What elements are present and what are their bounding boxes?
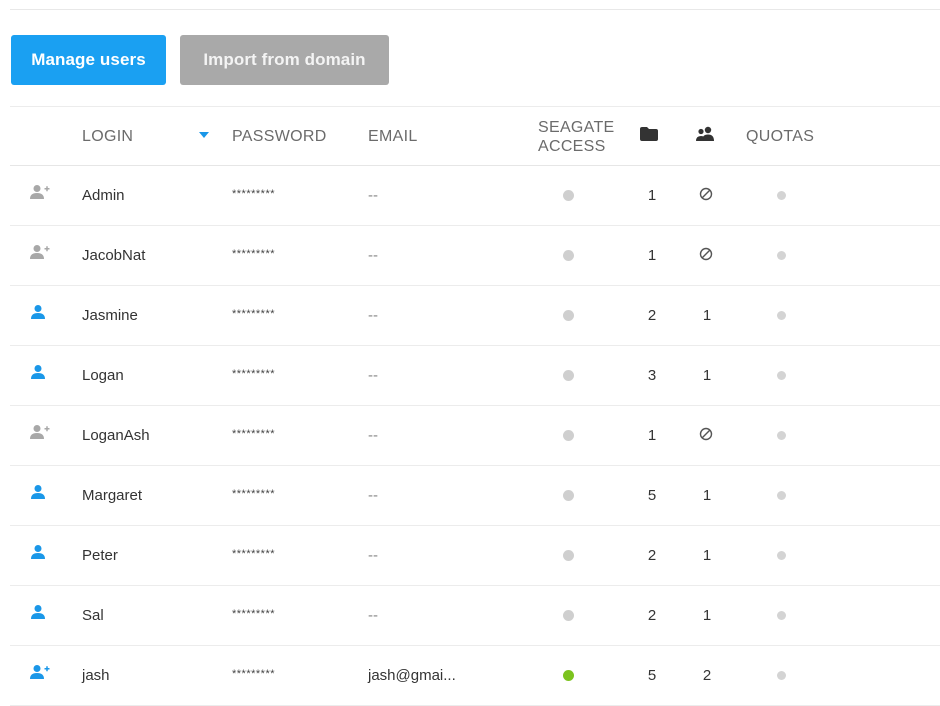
seagate-access-off-indicator[interactable] (563, 490, 574, 501)
user-password: ********* (232, 548, 276, 560)
quota-indicator[interactable] (777, 251, 786, 260)
seagate-access-off-indicator[interactable] (563, 430, 574, 441)
user-shares-count: 2 (647, 607, 657, 624)
user-password: ********* (232, 488, 276, 500)
quota-indicator[interactable] (777, 431, 786, 440)
user-groups-count: 1 (702, 607, 712, 624)
no-group-icon (699, 187, 713, 206)
user-icon (30, 544, 46, 565)
user-email: -- (368, 367, 378, 384)
user-login[interactable]: Jasmine (82, 286, 138, 345)
quota-indicator[interactable] (777, 311, 786, 320)
user-icon (30, 304, 46, 325)
column-password[interactable]: PASSWORD (232, 128, 327, 146)
user-add-icon (30, 664, 50, 685)
users-group-icon[interactable] (695, 126, 715, 147)
table-header: LOGIN PASSWORD EMAIL SEAGATE ACCESS QUOT… (10, 106, 940, 166)
import-from-domain-button[interactable]: Import from domain (180, 35, 389, 85)
user-icon (30, 604, 46, 625)
seagate-access-off-indicator[interactable] (563, 550, 574, 561)
no-group-icon (699, 247, 713, 266)
user-login[interactable]: Peter (82, 526, 118, 585)
user-password: ********* (232, 668, 276, 680)
folder-icon[interactable] (640, 127, 658, 146)
user-shares-count: 2 (647, 307, 657, 324)
user-shares-count: 5 (647, 487, 657, 504)
table-row[interactable]: JacobNat ********* -- 1 (10, 226, 940, 286)
quota-indicator[interactable] (777, 371, 786, 380)
user-login[interactable]: jash (82, 646, 110, 705)
user-email: -- (368, 307, 378, 324)
no-group-icon (699, 427, 713, 446)
quota-indicator[interactable] (777, 671, 786, 680)
user-password: ********* (232, 608, 276, 620)
user-groups-count: 2 (702, 667, 712, 684)
seagate-access-off-indicator[interactable] (563, 310, 574, 321)
user-login[interactable]: Logan (82, 346, 124, 405)
user-password: ********* (232, 188, 276, 200)
column-seagate-access[interactable]: SEAGATE ACCESS (538, 118, 615, 156)
user-email: -- (368, 187, 378, 204)
column-seagate-access-line2: ACCESS (538, 138, 606, 155)
user-email: -- (368, 247, 378, 264)
table-row[interactable]: Peter ********* -- 2 1 (10, 526, 940, 586)
table-row[interactable]: Logan ********* -- 3 1 (10, 346, 940, 406)
user-groups-count: 1 (702, 487, 712, 504)
user-groups-count: 1 (702, 367, 712, 384)
column-quotas[interactable]: QUOTAS (746, 128, 814, 146)
user-add-icon (30, 184, 50, 205)
top-divider (10, 9, 940, 10)
user-shares-count: 2 (647, 547, 657, 564)
seagate-access-off-indicator[interactable] (563, 250, 574, 261)
quota-indicator[interactable] (777, 611, 786, 620)
user-email: jash@gmai... (368, 667, 456, 684)
user-email: -- (368, 607, 378, 624)
user-shares-count: 3 (647, 367, 657, 384)
sort-down-icon[interactable] (199, 127, 209, 145)
user-groups-count: 1 (702, 307, 712, 324)
user-shares-count: 1 (647, 247, 657, 264)
table-row[interactable]: LoganAsh ********* -- 1 (10, 406, 940, 466)
seagate-access-off-indicator[interactable] (563, 370, 574, 381)
user-login[interactable]: Admin (82, 166, 125, 225)
user-shares-count: 5 (647, 667, 657, 684)
user-add-icon (30, 244, 50, 265)
table-row[interactable]: Margaret ********* -- 5 1 (10, 466, 940, 526)
user-groups-count: 1 (702, 547, 712, 564)
column-seagate-access-line1: SEAGATE (538, 119, 615, 136)
table-row[interactable]: Sal ********* -- 2 1 (10, 586, 940, 646)
user-login[interactable]: JacobNat (82, 226, 145, 285)
table-row[interactable]: jash ********* jash@gmai... 5 2 (10, 646, 940, 706)
user-email: -- (368, 427, 378, 444)
quota-indicator[interactable] (777, 491, 786, 500)
user-login[interactable]: LoganAsh (82, 406, 150, 465)
users-table: LOGIN PASSWORD EMAIL SEAGATE ACCESS QUOT… (10, 106, 940, 706)
user-password: ********* (232, 248, 276, 260)
quota-indicator[interactable] (777, 191, 786, 200)
user-login[interactable]: Margaret (82, 466, 142, 525)
user-email: -- (368, 547, 378, 564)
user-email: -- (368, 487, 378, 504)
seagate-access-off-indicator[interactable] (563, 190, 574, 201)
table-row[interactable]: Admin ********* -- 1 (10, 166, 940, 226)
user-icon (30, 364, 46, 385)
table-row[interactable]: Jasmine ********* -- 2 1 (10, 286, 940, 346)
quota-indicator[interactable] (777, 551, 786, 560)
manage-users-button[interactable]: Manage users (11, 35, 166, 85)
user-password: ********* (232, 428, 276, 440)
column-login[interactable]: LOGIN (82, 128, 133, 146)
user-icon (30, 484, 46, 505)
user-login[interactable]: Sal (82, 586, 104, 645)
user-shares-count: 1 (647, 187, 657, 204)
user-shares-count: 1 (647, 427, 657, 444)
column-email[interactable]: EMAIL (368, 128, 418, 146)
seagate-access-off-indicator[interactable] (563, 610, 574, 621)
user-password: ********* (232, 368, 276, 380)
user-add-icon (30, 424, 50, 445)
seagate-access-on-indicator[interactable] (563, 670, 574, 681)
user-password: ********* (232, 308, 276, 320)
